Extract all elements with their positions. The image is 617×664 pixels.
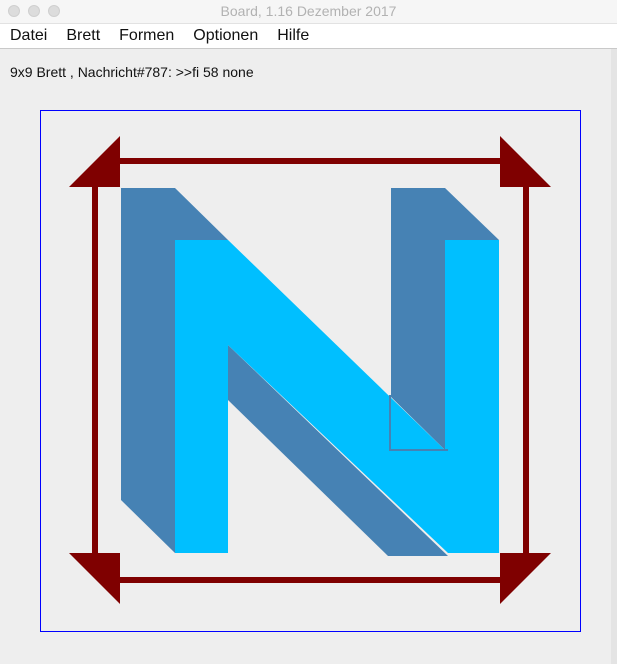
arrowhead-bottom-left (69, 553, 120, 604)
arrowhead-top-left (69, 136, 120, 187)
shadow-left-stem (121, 188, 175, 553)
shadow-top-left (175, 188, 228, 240)
arrowhead-top-right (500, 136, 551, 187)
arrowhead-bottom-right (500, 553, 551, 604)
board-canvas[interactable] (0, 0, 617, 664)
